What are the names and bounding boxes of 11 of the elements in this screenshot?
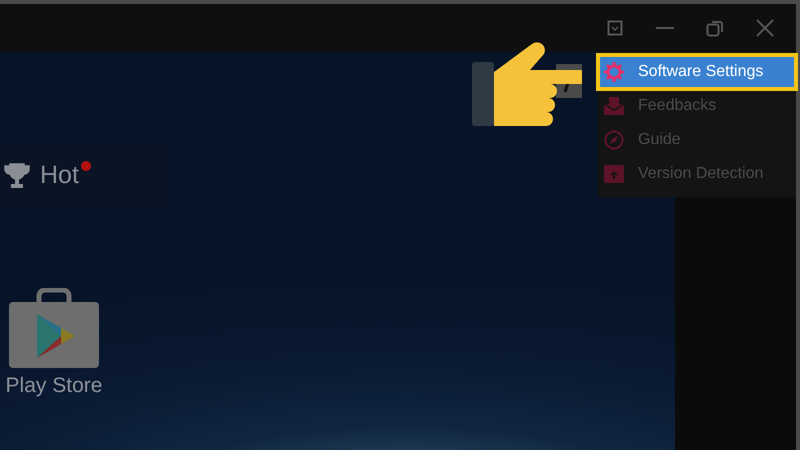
- menu-item[interactable]: Version Detection: [598, 157, 796, 191]
- store-bag-icon[interactable]: [7, 288, 101, 370]
- compass-icon: [604, 130, 624, 150]
- app-label[interactable]: Play Store: [6, 370, 102, 402]
- gear-icon: [604, 62, 624, 82]
- envelope-icon: [604, 97, 624, 115]
- menu-item[interactable]: Feedbacks: [598, 89, 796, 123]
- menu-item[interactable]: Guide: [598, 123, 796, 157]
- upload-box-icon: [604, 165, 624, 183]
- menu-item[interactable]: Software Settings: [598, 55, 796, 89]
- trophy-icon: [4, 162, 30, 190]
